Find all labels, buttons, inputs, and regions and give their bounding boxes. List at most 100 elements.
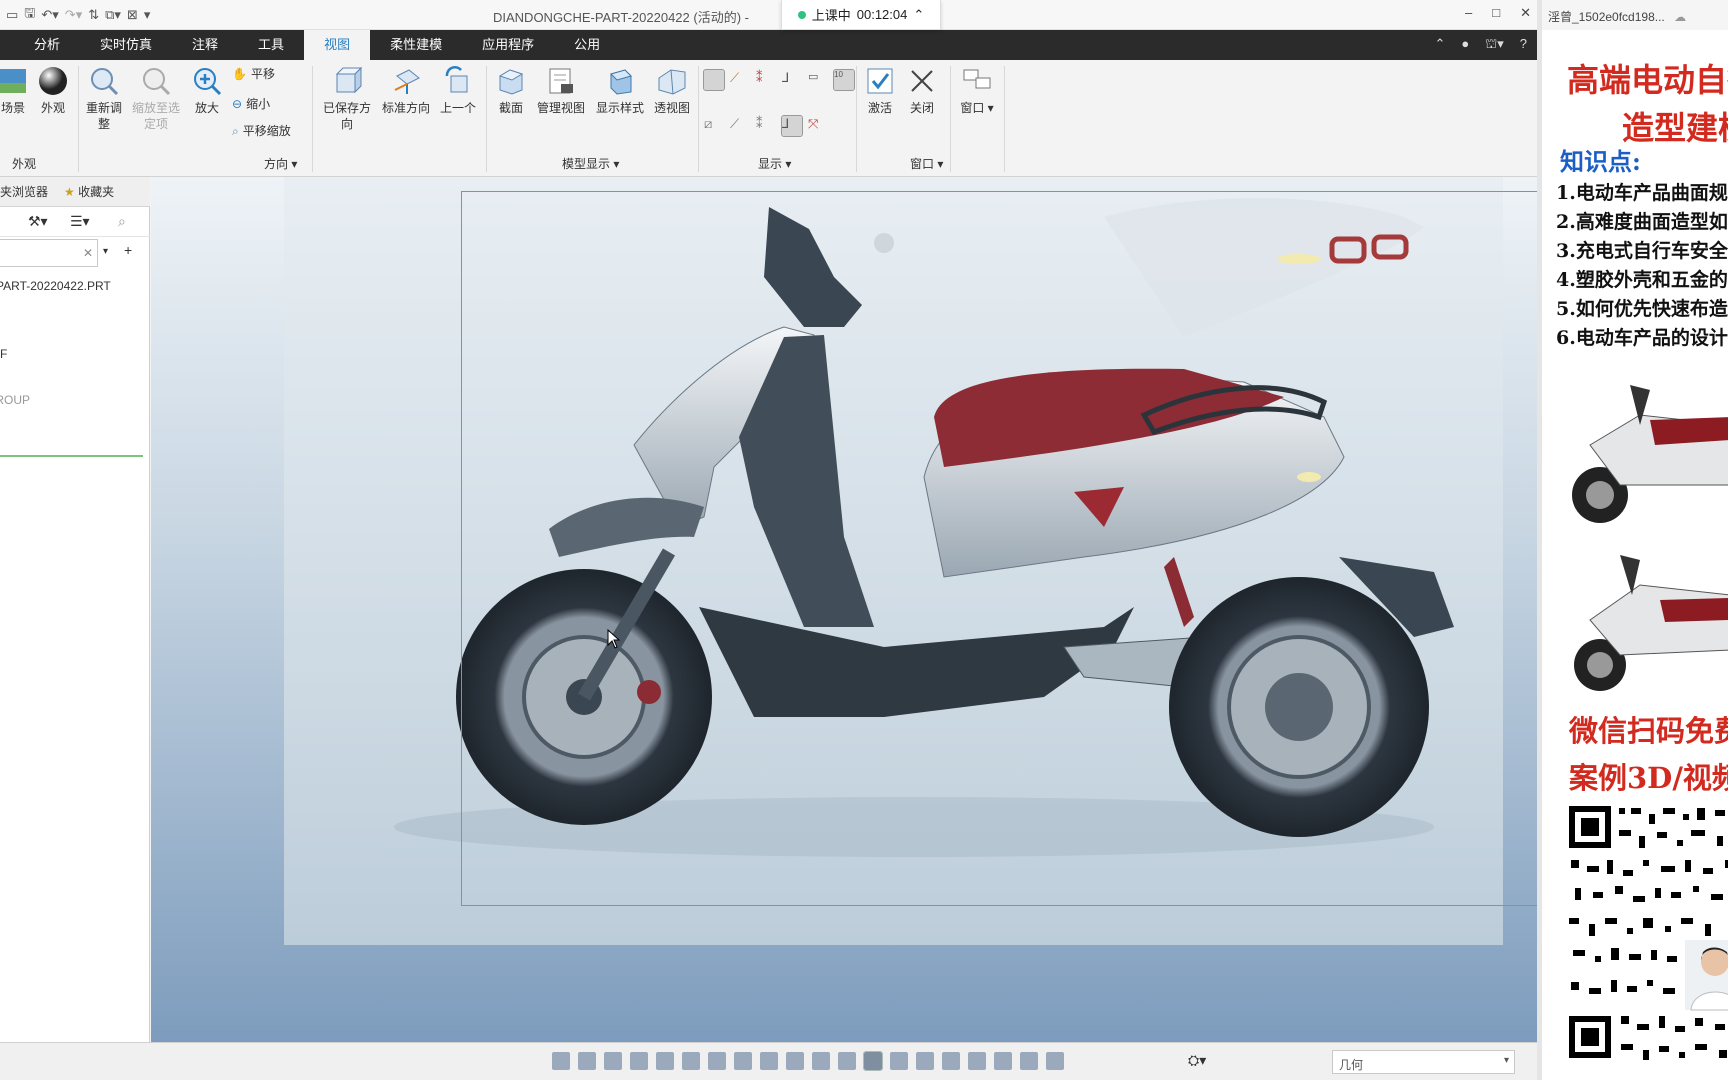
dimensions-icon[interactable]: 10 bbox=[833, 69, 855, 91]
axis-display-icon[interactable] bbox=[890, 1052, 908, 1070]
add-icon[interactable]: + bbox=[124, 242, 132, 258]
activate-button[interactable]: 激活 bbox=[862, 66, 898, 116]
display-style-icon[interactable] bbox=[786, 1052, 804, 1070]
close-window-icon[interactable]: ⊠ bbox=[127, 7, 138, 23]
plane-tag-icon[interactable]: ⧄ bbox=[704, 116, 724, 136]
close-icon[interactable]: ✕ bbox=[1520, 5, 1531, 21]
tab-realtime-simulation[interactable]: 实时仿真 bbox=[80, 30, 172, 60]
tab-flexible-modeling[interactable]: 柔性建模 bbox=[370, 30, 462, 60]
appearance-button[interactable]: 外观 bbox=[38, 66, 68, 116]
mouse-cursor-icon bbox=[607, 629, 621, 649]
annotation-display-icon[interactable] bbox=[838, 1052, 856, 1070]
scene-button[interactable]: 场景 bbox=[0, 66, 26, 116]
zoom-out-icon[interactable] bbox=[604, 1052, 622, 1070]
csys-display-icon[interactable] bbox=[942, 1052, 960, 1070]
refit-icon[interactable] bbox=[552, 1052, 570, 1070]
scooter-photo-2 bbox=[1560, 540, 1728, 700]
close-x-icon bbox=[911, 70, 933, 92]
point-display-icon[interactable] bbox=[916, 1052, 934, 1070]
zoom-to-selected-button[interactable]: 缩放至选定项 bbox=[132, 66, 180, 132]
user-icon[interactable]: ● bbox=[1461, 36, 1469, 54]
cloud-icon: ☁ bbox=[1674, 10, 1687, 24]
recording-time: 00:12:04 bbox=[856, 7, 908, 22]
csys-tag-icon[interactable]: ⅃ bbox=[781, 115, 803, 137]
window-button[interactable]: 窗口 ▾ bbox=[956, 66, 998, 116]
redo-icon[interactable]: ↷▾ bbox=[65, 7, 82, 23]
clear-search-icon[interactable]: ✕ bbox=[83, 246, 93, 260]
pan-button[interactable]: ✋ 平移 bbox=[232, 66, 275, 82]
datum-display-icon[interactable] bbox=[812, 1052, 830, 1070]
find-binoculars-icon[interactable]: ⛭▾ bbox=[1188, 1052, 1206, 1069]
search-dropdown-icon[interactable]: ▾ bbox=[103, 246, 108, 257]
wechat-qr-code[interactable] bbox=[1567, 800, 1728, 1080]
display-style-button[interactable]: 显示样式 bbox=[594, 66, 646, 116]
help-icon[interactable]: ? bbox=[1520, 36, 1527, 54]
tab-tools[interactable]: 工具 bbox=[238, 30, 304, 60]
annotations-icon[interactable]: ▭ bbox=[808, 70, 828, 90]
collapse-ribbon-icon[interactable]: ⌃ bbox=[1435, 36, 1446, 54]
tab-view[interactable]: 视图 bbox=[304, 30, 371, 60]
saved-orientations-button[interactable]: 已保存方向 bbox=[320, 66, 374, 132]
model-tree-root[interactable]: DIANDONGCHE-PART-20220422.PRT bbox=[0, 279, 150, 293]
repaint-icon[interactable] bbox=[630, 1052, 648, 1070]
previous-orientation-button[interactable]: 上一个 bbox=[438, 66, 478, 116]
refit-button[interactable]: 重新调整 bbox=[84, 66, 124, 132]
perspective-button[interactable]: 透视图 bbox=[652, 66, 692, 116]
minimize-icon[interactable]: – bbox=[1465, 5, 1472, 21]
tree-search-field[interactable]: ✕ bbox=[0, 239, 98, 267]
tab-public[interactable]: 公用 bbox=[554, 30, 620, 60]
spin-display-icon[interactable] bbox=[968, 1052, 986, 1070]
maximize-icon[interactable]: □ bbox=[1492, 5, 1500, 21]
selection-filter-dropdown[interactable]: 几何 ▾ bbox=[1332, 1050, 1515, 1074]
section-icon[interactable] bbox=[760, 1052, 778, 1070]
tab-analysis[interactable]: 分析 bbox=[0, 30, 80, 60]
view-manager-icon[interactable] bbox=[708, 1052, 726, 1070]
model-tree-item[interactable]: F bbox=[0, 347, 7, 361]
annotation-tag-icon[interactable] bbox=[994, 1052, 1012, 1070]
close-view-button[interactable]: 关闭 bbox=[904, 66, 940, 116]
tab-folder-browser[interactable]: 文件夹浏览器 bbox=[0, 183, 48, 200]
datum-points-icon[interactable]: ⁑ bbox=[756, 70, 776, 90]
section-button[interactable]: 截面 bbox=[494, 66, 528, 116]
model-display-group-label: 模型显示 ▾ bbox=[562, 157, 620, 171]
manage-views-button[interactable]: 管理视图 bbox=[534, 66, 588, 116]
windows-icon[interactable]: ⧉▾ bbox=[105, 7, 121, 23]
point-tag-icon[interactable]: ⁑ bbox=[756, 116, 776, 136]
tree-filter-icon[interactable]: ☰▾ bbox=[70, 213, 90, 230]
regenerate-icon[interactable]: ⇅ bbox=[88, 7, 99, 23]
plane-display-icon[interactable] bbox=[863, 1051, 883, 1071]
selection-filter-icon[interactable] bbox=[1046, 1052, 1064, 1070]
warning-icon[interactable] bbox=[1020, 1052, 1038, 1070]
tree-search-icon[interactable]: ⌕ bbox=[118, 213, 126, 230]
spin-center-icon[interactable]: ⤧ bbox=[808, 116, 828, 136]
datum-planes-icon[interactable] bbox=[703, 69, 725, 91]
model-tree-group[interactable]: GROUP bbox=[0, 393, 30, 407]
scene-icon bbox=[0, 69, 26, 93]
community-icon[interactable]: ⛫▾ bbox=[1485, 36, 1503, 54]
graphics-viewport[interactable] bbox=[151, 177, 1537, 1042]
perspective-icon[interactable] bbox=[734, 1052, 752, 1070]
zoom-in-button[interactable]: 放大 bbox=[190, 66, 224, 116]
axis-tag-icon[interactable]: ⟋ bbox=[730, 116, 750, 136]
promo-side-panel: 淫曾_1502e0fcd198... ☁ 高端电动自行车 造型建模 知识点: 1… bbox=[1537, 0, 1728, 1080]
zoom-out-button[interactable]: ⊖ 缩小 bbox=[232, 96, 270, 112]
zoom-in-icon[interactable] bbox=[578, 1052, 596, 1070]
tab-applications[interactable]: 应用程序 bbox=[462, 30, 554, 60]
standard-orientation-button[interactable]: 标准方向 bbox=[380, 66, 432, 116]
pan-zoom-button[interactable]: ⌕ 平移缩放 bbox=[232, 123, 291, 139]
tab-annotate[interactable]: 注释 bbox=[172, 30, 238, 60]
zoom-selected-icon bbox=[143, 68, 171, 96]
save-icon[interactable]: 🖫 bbox=[24, 4, 35, 26]
saved-orientations-icon[interactable] bbox=[682, 1052, 700, 1070]
chevron-up-icon[interactable]: ⌃ bbox=[913, 7, 924, 23]
qat-customize-icon[interactable]: ▾ bbox=[144, 7, 151, 23]
undo-icon[interactable]: ↶▾ bbox=[41, 7, 58, 23]
tree-settings-icon[interactable]: ⚒▾ bbox=[28, 213, 48, 230]
datum-axes-icon[interactable]: ⟋ bbox=[730, 70, 750, 90]
coordinate-systems-icon[interactable]: ⅃ bbox=[782, 70, 802, 90]
spin-center-icon[interactable] bbox=[656, 1052, 674, 1070]
appearance-group-label: 外观 bbox=[12, 157, 37, 171]
tab-favorites[interactable]: ★ 收藏夹 bbox=[64, 183, 114, 200]
recording-indicator[interactable]: 上课中 00:12:04 ⌃ bbox=[781, 0, 941, 30]
new-file-icon[interactable]: ▭ bbox=[6, 7, 18, 23]
